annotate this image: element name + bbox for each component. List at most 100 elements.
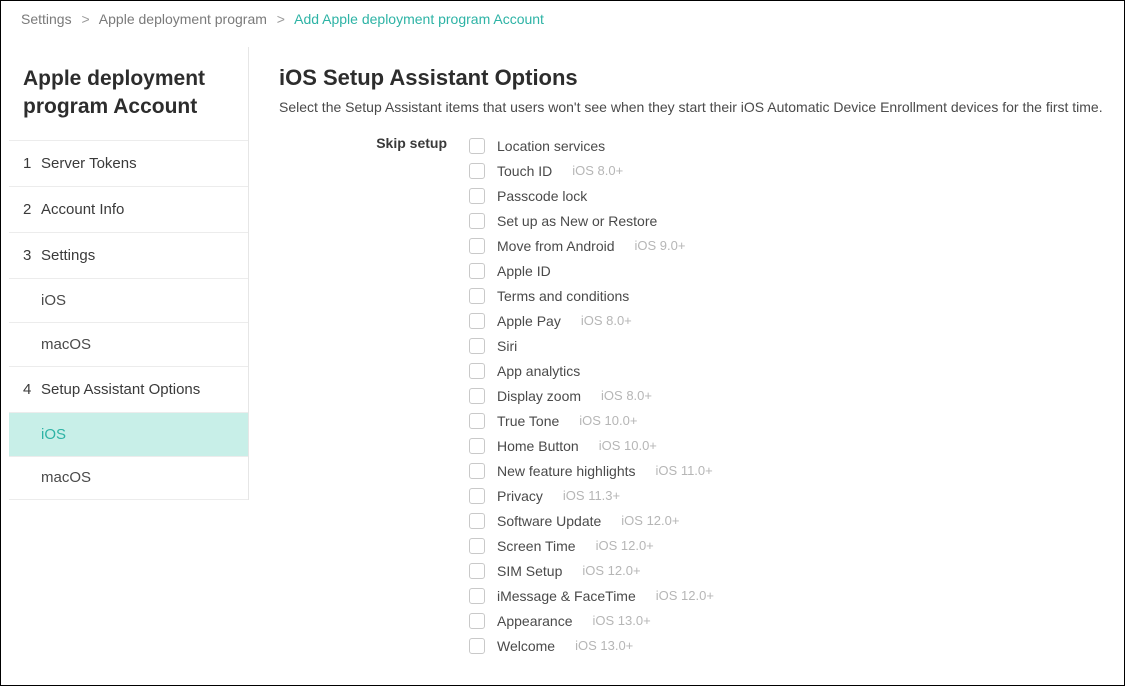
breadcrumb-item-add-account[interactable]: Add Apple deployment program Account <box>294 11 544 27</box>
skip-option-meta: iOS 13.0+ <box>575 638 633 653</box>
skip-option-label: Privacy <box>497 488 543 504</box>
skip-option-row: App analytics <box>469 358 1104 383</box>
skip-option-row: Privacy iOS 11.3+ <box>469 483 1104 508</box>
skip-option-label: App analytics <box>497 363 580 379</box>
checkbox[interactable] <box>469 438 485 454</box>
skip-option-meta: iOS 8.0+ <box>572 163 623 178</box>
skip-option-label: Welcome <box>497 638 555 654</box>
skip-option-label: Software Update <box>497 513 601 529</box>
checkbox[interactable] <box>469 138 485 154</box>
skip-option-row: True Tone iOS 10.0+ <box>469 408 1104 433</box>
checkbox[interactable] <box>469 263 485 279</box>
checkbox[interactable] <box>469 288 485 304</box>
checkbox[interactable] <box>469 563 485 579</box>
skip-option-row: Siri <box>469 333 1104 358</box>
nav-step-number: 4 <box>23 381 41 398</box>
skip-option-row: iMessage & FaceTime iOS 12.0+ <box>469 583 1104 608</box>
nav-step-number: 3 <box>23 247 41 264</box>
skip-option-meta: iOS 8.0+ <box>581 313 632 328</box>
nav-step-label: Settings <box>41 247 95 264</box>
skip-option-row: Appearance iOS 13.0+ <box>469 608 1104 633</box>
skip-option-meta: iOS 11.0+ <box>656 463 713 478</box>
skip-option-label: iMessage & FaceTime <box>497 588 636 604</box>
skip-option-label: New feature highlights <box>497 463 636 479</box>
checkbox[interactable] <box>469 213 485 229</box>
checkbox[interactable] <box>469 338 485 354</box>
skip-option-row: Location services <box>469 133 1104 158</box>
checkbox[interactable] <box>469 388 485 404</box>
skip-option-label: Touch ID <box>497 163 552 179</box>
skip-option-row: Set up as New or Restore <box>469 208 1104 233</box>
checkbox[interactable] <box>469 238 485 254</box>
page-subtitle: Select the Setup Assistant items that us… <box>279 99 1104 115</box>
skip-option-meta: iOS 8.0+ <box>601 388 652 403</box>
sidebar-heading: Apple deployment program Account <box>9 65 248 140</box>
nav-step-2[interactable]: 2Account Info <box>9 186 248 232</box>
skip-option-label: Move from Android <box>497 238 615 254</box>
skip-option-row: Apple PayiOS 8.0+ <box>469 308 1104 333</box>
skip-option-row: New feature highlights iOS 11.0+ <box>469 458 1104 483</box>
nav-step-number: 1 <box>23 155 41 172</box>
skip-option-meta: iOS 12.0+ <box>596 538 654 553</box>
nav-step-4[interactable]: 4Setup Assistant Options <box>9 366 248 412</box>
skip-option-label: Apple ID <box>497 263 551 279</box>
checkbox[interactable] <box>469 488 485 504</box>
skip-option-row: Terms and conditions <box>469 283 1104 308</box>
nav-step-label: Account Info <box>41 201 124 218</box>
skip-setup-label: Skip setup <box>279 133 469 151</box>
skip-option-meta: iOS 13.0+ <box>593 613 651 628</box>
checkbox[interactable] <box>469 313 485 329</box>
skip-option-label: Home Button <box>497 438 579 454</box>
skip-option-meta: iOS 12.0+ <box>582 563 640 578</box>
skip-option-meta: iOS 10.0+ <box>599 438 657 453</box>
nav-sub-macos[interactable]: macOS <box>9 456 248 500</box>
sidebar: Apple deployment program Account 1Server… <box>9 47 249 500</box>
nav-step-3[interactable]: 3Settings <box>9 232 248 278</box>
breadcrumb: Settings > Apple deployment program > Ad… <box>1 1 1124 47</box>
skip-option-row: Home Button iOS 10.0+ <box>469 433 1104 458</box>
skip-option-meta: iOS 11.3+ <box>563 488 620 503</box>
skip-option-label: Display zoom <box>497 388 581 404</box>
skip-option-label: True Tone <box>497 413 559 429</box>
breadcrumb-sep: > <box>81 11 89 27</box>
skip-option-label: Siri <box>497 338 517 354</box>
checkbox[interactable] <box>469 188 485 204</box>
skip-option-row: Display zoom iOS 8.0+ <box>469 383 1104 408</box>
main-panel: iOS Setup Assistant Options Select the S… <box>249 47 1124 658</box>
checkbox[interactable] <box>469 463 485 479</box>
checkbox[interactable] <box>469 413 485 429</box>
skip-option-row: Screen Time iOS 12.0+ <box>469 533 1104 558</box>
skip-option-row: Apple ID <box>469 258 1104 283</box>
nav-sub-ios[interactable]: iOS <box>9 278 248 322</box>
checkbox[interactable] <box>469 613 485 629</box>
skip-option-label: Screen Time <box>497 538 576 554</box>
skip-option-meta: iOS 9.0+ <box>635 238 686 253</box>
nav-sub-ios[interactable]: iOS <box>9 412 248 456</box>
breadcrumb-item-settings[interactable]: Settings <box>21 11 72 27</box>
skip-option-label: Appearance <box>497 613 573 629</box>
checkbox[interactable] <box>469 588 485 604</box>
breadcrumb-item-program[interactable]: Apple deployment program <box>99 11 267 27</box>
skip-option-meta: iOS 10.0+ <box>579 413 637 428</box>
breadcrumb-sep: > <box>277 11 285 27</box>
skip-option-row: Move from Android iOS 9.0+ <box>469 233 1104 258</box>
skip-option-meta: iOS 12.0+ <box>656 588 714 603</box>
checkbox[interactable] <box>469 363 485 379</box>
checkbox[interactable] <box>469 538 485 554</box>
skip-option-row: Touch ID iOS 8.0+ <box>469 158 1104 183</box>
page-title: iOS Setup Assistant Options <box>279 65 1104 91</box>
checkbox[interactable] <box>469 513 485 529</box>
skip-option-row: Passcode lock <box>469 183 1104 208</box>
nav-sub-macos[interactable]: macOS <box>9 322 248 366</box>
checkbox[interactable] <box>469 638 485 654</box>
checkbox[interactable] <box>469 163 485 179</box>
skip-option-label: Passcode lock <box>497 188 587 204</box>
skip-option-label: Location services <box>497 138 605 154</box>
skip-option-label: Terms and conditions <box>497 288 629 304</box>
nav-step-1[interactable]: 1Server Tokens <box>9 140 248 186</box>
skip-option-label: SIM Setup <box>497 563 562 579</box>
skip-option-label: Set up as New or Restore <box>497 213 657 229</box>
skip-option-row: Software Update iOS 12.0+ <box>469 508 1104 533</box>
nav-step-label: Server Tokens <box>41 155 137 172</box>
skip-option-meta: iOS 12.0+ <box>621 513 679 528</box>
